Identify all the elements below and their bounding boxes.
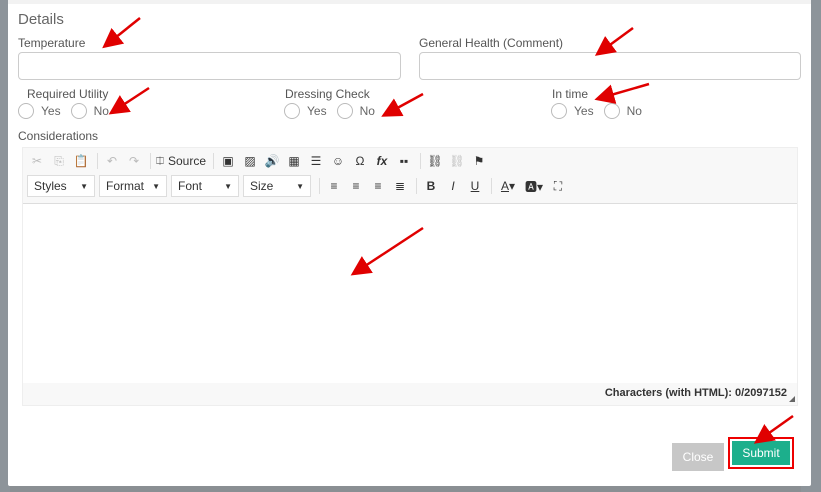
in-time-yes-radio[interactable] — [551, 103, 567, 119]
chevron-down-icon: ▼ — [296, 181, 304, 191]
anchor-icon[interactable]: ⚑ — [469, 151, 489, 171]
submit-highlight-box: Submit — [728, 437, 794, 469]
required-utility-radio-group: Yes No — [18, 103, 119, 119]
chevron-down-icon: ▼ — [80, 181, 88, 191]
special-char-icon[interactable]: Ω — [350, 151, 370, 171]
required-utility-yes-radio[interactable] — [18, 103, 34, 119]
toolbar-separator — [416, 178, 417, 194]
align-center-icon[interactable]: ≡ — [346, 176, 366, 196]
temperature-input[interactable] — [18, 52, 401, 80]
source-button[interactable]: ⎅ Source — [155, 151, 207, 171]
source-label: Source — [167, 154, 207, 168]
table-icon[interactable]: ▦ — [284, 151, 304, 171]
editor-toolbar-row-1: ✂ ⎘ 📋 ↶ ↷ ⎅ Source ▣ ▨ 🔊 ▦ ☰ ☺ Ω fx ▪▪ ⛓ … — [27, 151, 491, 171]
size-label: Size — [250, 179, 274, 193]
font-label: Font — [178, 179, 203, 193]
general-health-label: General Health (Comment) — [419, 36, 564, 50]
details-modal: Details Temperature General Health (Comm… — [8, 0, 811, 486]
toolbar-separator — [213, 153, 214, 169]
undo-icon[interactable]: ↶ — [102, 151, 122, 171]
toolbar-separator — [420, 153, 421, 169]
resize-handle-icon[interactable] — [789, 396, 795, 402]
considerations-label: Considerations — [18, 129, 99, 143]
yes-label: Yes — [307, 104, 327, 118]
formula-icon[interactable]: fx — [372, 151, 392, 171]
font-dropdown[interactable]: Font ▼ — [171, 175, 239, 197]
toolbar-separator — [97, 153, 98, 169]
size-dropdown[interactable]: Size ▼ — [243, 175, 311, 197]
no-label: No — [93, 104, 109, 118]
redo-icon[interactable]: ↷ — [124, 151, 144, 171]
format-dropdown[interactable]: Format ▼ — [99, 175, 167, 197]
audio-icon[interactable]: 🔊 — [262, 151, 282, 171]
unlink-icon[interactable]: ⛓ — [447, 151, 467, 171]
chevron-down-icon: ▼ — [152, 181, 160, 191]
bold-icon[interactable]: B — [421, 176, 441, 196]
in-time-radio-group: Yes No — [551, 103, 652, 119]
no-label: No — [359, 104, 375, 118]
smiley-icon[interactable]: ☺ — [328, 151, 348, 171]
toolbar-separator — [150, 153, 151, 169]
close-button[interactable]: Close — [672, 443, 724, 471]
align-left-icon[interactable]: ≡ — [324, 176, 344, 196]
text-color-icon[interactable]: A ▾ — [496, 176, 520, 196]
general-health-input[interactable] — [419, 52, 801, 80]
dressing-check-label: Dressing Check — [285, 87, 370, 101]
editor-toolbar-row-2: Styles ▼ Format ▼ Font ▼ Size ▼ ≡ ≡ ≡ ≣ B I … — [27, 175, 570, 197]
dressing-check-radio-group: Yes No — [284, 103, 385, 119]
required-utility-label: Required Utility — [27, 87, 109, 101]
styles-dropdown[interactable]: Styles ▼ — [27, 175, 95, 197]
underline-icon[interactable]: U — [465, 176, 485, 196]
image2-icon[interactable]: ▨ — [240, 151, 260, 171]
source-icon: ⎅ — [155, 155, 164, 167]
in-time-no-radio[interactable] — [603, 103, 620, 119]
justify-icon[interactable]: ≣ — [390, 176, 410, 196]
yes-label: Yes — [41, 104, 61, 118]
chevron-down-icon: ▼ — [224, 181, 232, 191]
temperature-label: Temperature — [18, 36, 86, 50]
styles-label: Styles — [34, 179, 67, 193]
submit-button[interactable]: Submit — [732, 441, 790, 465]
in-time-label: In time — [552, 87, 589, 101]
copy-icon[interactable]: ⎘ — [49, 151, 69, 171]
italic-icon[interactable]: I — [443, 176, 463, 196]
bg-color-icon[interactable]: 🅰▾ — [522, 176, 546, 196]
section-title: Details — [18, 11, 64, 28]
required-utility-no-radio[interactable] — [70, 103, 87, 119]
yes-label: Yes — [574, 104, 594, 118]
paste-icon[interactable]: 📋 — [71, 151, 91, 171]
template-icon[interactable]: ▪▪ — [394, 151, 414, 171]
link-icon[interactable]: ⛓ — [425, 151, 445, 171]
toolbar-separator — [491, 178, 492, 194]
image-icon[interactable]: ▣ — [218, 151, 238, 171]
dressing-check-yes-radio[interactable] — [284, 103, 300, 119]
no-label: No — [626, 104, 642, 118]
modal-top-edge — [8, 0, 811, 4]
rich-text-editor: ✂ ⎘ 📋 ↶ ↷ ⎅ Source ▣ ▨ 🔊 ▦ ☰ ☺ Ω fx ▪▪ ⛓ … — [22, 147, 798, 406]
editor-content-area[interactable] — [23, 203, 797, 383]
horizontal-line-icon[interactable]: ☰ — [306, 151, 326, 171]
toolbar-separator — [319, 178, 320, 194]
format-label: Format — [106, 179, 145, 193]
character-count: Characters (with HTML): 0/2097152 — [604, 387, 787, 399]
cut-icon[interactable]: ✂ — [27, 151, 47, 171]
align-right-icon[interactable]: ≡ — [368, 176, 388, 196]
dressing-check-no-radio[interactable] — [336, 103, 353, 119]
maximize-icon[interactable]: ⛶ — [548, 176, 568, 196]
